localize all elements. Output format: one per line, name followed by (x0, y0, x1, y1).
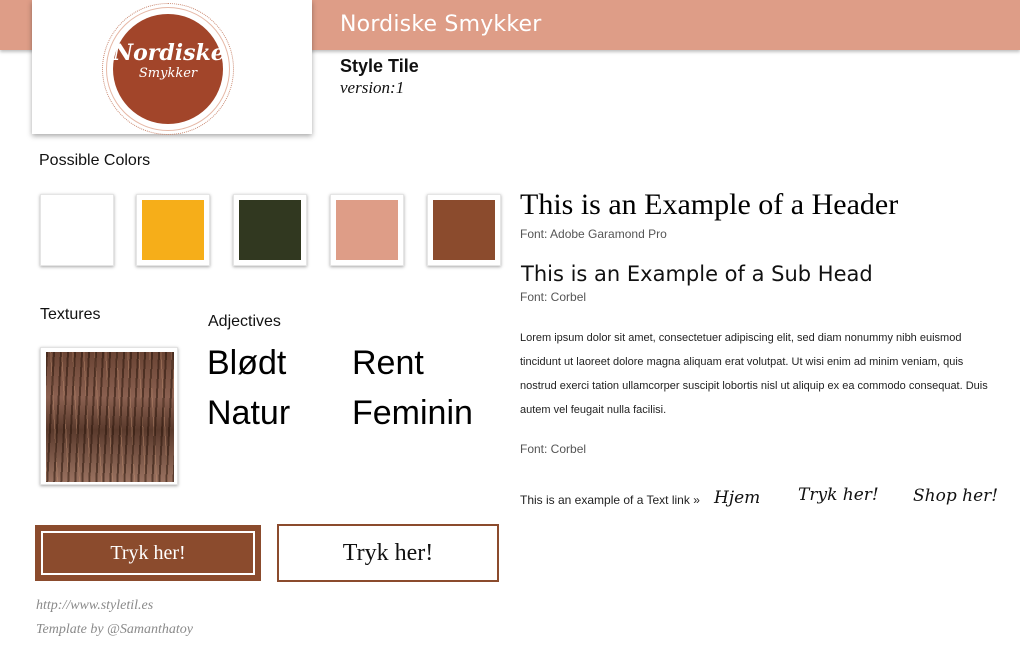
link-tryk-her[interactable]: Tryk her! (798, 485, 879, 505)
swatch-fill (46, 200, 108, 260)
body-text-example: Lorem ipsum dolor sit amet, consectetuer… (520, 332, 988, 416)
swatch-fill (433, 200, 495, 260)
style-tile-title: Style Tile (340, 56, 419, 76)
version-label: version:1 (340, 78, 405, 97)
link-shop-her[interactable]: Shop her! (913, 486, 998, 506)
adjective-item: Blødt (207, 344, 287, 382)
header-font-caption: Font: Adobe Garamond Pro (520, 227, 667, 241)
footer-credit: Template by @Samanthatoy (36, 622, 194, 637)
color-swatch-yellow (136, 194, 210, 266)
body-font-caption: Font: Corbel (520, 442, 587, 456)
adjectives-heading: Adjectives (208, 313, 281, 330)
textures-heading: Textures (40, 306, 101, 323)
subhead-example: This is an Example of a Sub Head (521, 262, 873, 286)
adjective-item: Rent (352, 344, 424, 382)
colors-heading: Possible Colors (39, 152, 151, 169)
wood-texture-image (46, 352, 174, 482)
logo-card: Nordiske Smykker (32, 0, 312, 135)
color-swatch-white (40, 194, 114, 266)
footer-url[interactable]: http://www.styletil.es (36, 598, 153, 614)
outline-button[interactable]: Tryk her! (277, 524, 499, 582)
swatch-fill (336, 200, 398, 260)
color-swatch-peach (330, 194, 404, 266)
adjective-item: Natur (207, 394, 291, 432)
color-swatch-dark-green (233, 194, 307, 266)
swatch-fill (142, 200, 204, 260)
subhead-font-caption: Font: Corbel (520, 290, 587, 304)
brand-title: Nordiske Smykker (340, 12, 542, 37)
logo-text-line1: Nordiske (113, 40, 225, 66)
text-link-example[interactable]: This is an example of a Text link » (520, 493, 700, 507)
adjective-item: Feminin (352, 394, 473, 432)
link-hjem[interactable]: Hjem (714, 488, 760, 508)
color-swatch-brown (427, 194, 501, 266)
filled-button[interactable]: Tryk her! (35, 525, 261, 581)
logo-text-line2: Smykker (138, 66, 198, 81)
wood-texture (40, 347, 178, 485)
filled-button-label: Tryk her! (41, 531, 255, 575)
header-example: This is an Example of a Header (520, 188, 899, 221)
swatch-fill (239, 200, 301, 260)
